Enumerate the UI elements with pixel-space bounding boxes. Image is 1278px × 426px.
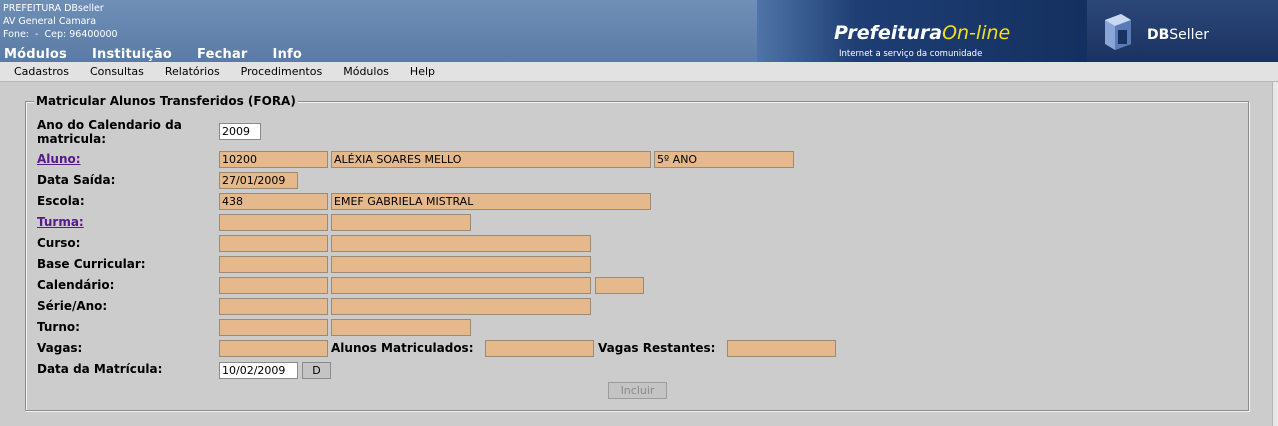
org-info: PREFEITURA DBseller AV General Camara Fo… — [3, 2, 118, 41]
menu-relatorios[interactable]: Relatórios — [165, 65, 220, 78]
form-legend: Matricular Alunos Transferidos (FORA) — [34, 94, 298, 108]
menu-procedimentos[interactable]: Procedimentos — [241, 65, 323, 78]
org-address: AV General Camara — [3, 16, 97, 27]
dbseller-brand: DBSeller — [1147, 27, 1209, 43]
org-name: PREFEITURA DBseller — [3, 3, 104, 14]
escola-name-field[interactable]: EMEF GABRIELA MISTRAL — [331, 193, 651, 210]
turno-code-field[interactable] — [219, 319, 328, 336]
serie-code-field[interactable] — [219, 298, 328, 315]
top-nav: Módulos Instituição Fechar Info — [4, 47, 327, 62]
serie-name-field[interactable] — [331, 298, 591, 315]
brand-rest: Seller — [1169, 27, 1209, 43]
data-matricula-input[interactable]: 10/02/2009 — [219, 362, 298, 379]
logo-title-accent: On-line — [942, 22, 1011, 44]
ano-label-line2: matricula: — [37, 132, 107, 146]
aluno-code-field[interactable]: 10200 — [219, 151, 328, 168]
prefeitura-online-logo: PrefeituraOn-line Internet a serviço da … — [757, 0, 1087, 62]
scrollbar[interactable] — [1272, 82, 1278, 426]
nav-modulos[interactable]: Módulos — [4, 47, 67, 62]
vagas-label: Vagas: — [37, 341, 83, 355]
dbseller-cube-icon — [1105, 14, 1131, 50]
aluno-serie-field[interactable]: 5º ANO — [654, 151, 794, 168]
ano-label-line1: Ano do Calendario da — [37, 118, 182, 132]
data-matricula-label: Data da Matrícula: — [37, 362, 163, 376]
calendario-code-field[interactable] — [219, 277, 328, 294]
logo-title: PrefeituraOn-line — [834, 22, 1010, 44]
vagas-restantes-field[interactable] — [727, 340, 836, 357]
curso-name-field[interactable] — [331, 235, 591, 252]
data-saida-field[interactable]: 27/01/2009 — [219, 172, 298, 189]
turma-code-field[interactable] — [219, 214, 328, 231]
curso-label: Curso: — [37, 236, 81, 250]
menu-bar: Cadastros Consultas Relatórios Procedime… — [0, 62, 1278, 82]
turma-link[interactable]: Turma: — [37, 215, 84, 229]
menu-cadastros[interactable]: Cadastros — [14, 65, 69, 78]
calendario-year-field[interactable] — [595, 277, 644, 294]
alunos-matriculados-label: Alunos Matriculados: — [331, 341, 474, 355]
turno-label: Turno: — [37, 320, 80, 334]
data-saida-label: Data Saída: — [37, 173, 116, 187]
org-phone: Fone: - Cep: 96400000 — [3, 29, 118, 40]
calendario-name-field[interactable] — [331, 277, 591, 294]
menu-help[interactable]: Help — [410, 65, 435, 78]
serie-ano-label: Série/Ano: — [37, 299, 108, 313]
escola-label: Escola: — [37, 194, 85, 208]
logo-title-main: Prefeitura — [834, 22, 943, 44]
nav-instituicao[interactable]: Instituição — [92, 47, 172, 62]
header-banner: PREFEITURA DBseller AV General Camara Fo… — [0, 0, 1278, 62]
base-name-field[interactable] — [331, 256, 591, 273]
incluir-button[interactable]: Incluir — [608, 382, 667, 399]
menu-modulos[interactable]: Módulos — [343, 65, 389, 78]
nav-fechar[interactable]: Fechar — [197, 47, 248, 62]
alunos-matriculados-field[interactable] — [485, 340, 594, 357]
calendario-label: Calendário: — [37, 278, 115, 292]
vagas-field[interactable] — [219, 340, 328, 357]
curso-code-field[interactable] — [219, 235, 328, 252]
menu-consultas[interactable]: Consultas — [90, 65, 144, 78]
form-fieldset — [25, 101, 1249, 411]
ano-input[interactable]: 2009 — [219, 123, 261, 140]
turno-name-field[interactable] — [331, 319, 471, 336]
date-picker-button[interactable]: D — [302, 362, 331, 379]
logo-tagline: Internet a serviço da comunidade — [839, 49, 983, 59]
aluno-link[interactable]: Aluno: — [37, 152, 81, 166]
aluno-name-field[interactable]: ALÉXIA SOARES MELLO — [331, 151, 651, 168]
escola-code-field[interactable]: 438 — [219, 193, 328, 210]
base-curricular-label: Base Curricular: — [37, 257, 146, 271]
vagas-restantes-label: Vagas Restantes: — [598, 341, 716, 355]
base-code-field[interactable] — [219, 256, 328, 273]
turma-name-field[interactable] — [331, 214, 471, 231]
dbseller-logo: DBSeller — [1087, 0, 1278, 62]
brand-bold: DB — [1147, 27, 1170, 43]
nav-info[interactable]: Info — [273, 47, 302, 62]
